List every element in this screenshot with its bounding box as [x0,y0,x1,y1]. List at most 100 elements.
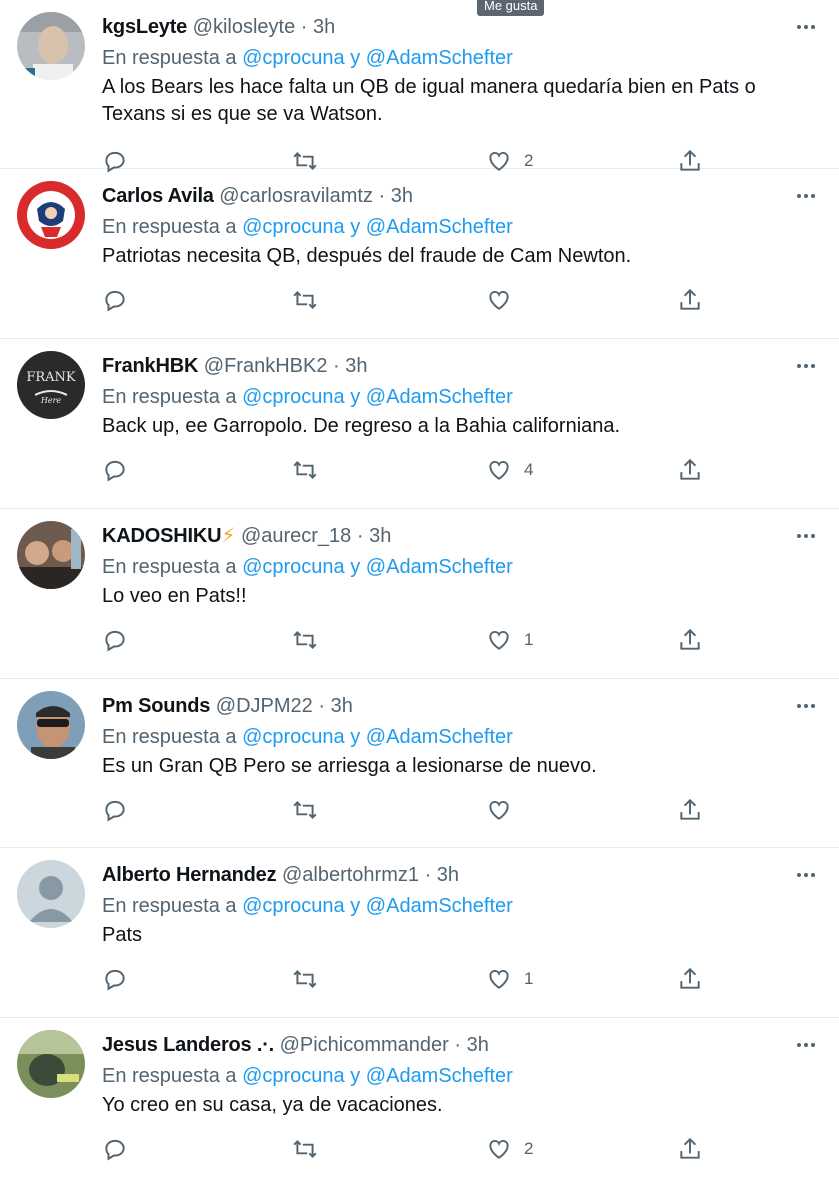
reply-button[interactable] [102,280,128,320]
timestamp[interactable]: 3h [467,1034,489,1056]
mention-link[interactable]: @AdamSchefter [366,556,513,578]
like-button[interactable]: 4 [486,450,533,490]
mention-link[interactable]: @cprocuna [242,216,345,238]
more-options-icon[interactable] [793,693,819,719]
reply-button[interactable] [102,790,128,830]
tweet-text: Yo creo en su casa, ya de vacaciones. [102,1094,443,1116]
tweet[interactable]: Carlos Avila @carlosravilamtz · 3h En re… [0,169,839,339]
retweet-button[interactable] [292,790,318,830]
like-button[interactable]: 2 [486,1129,533,1169]
tweet[interactable]: FRANK Here FrankHBK @FrankHBK2 · 3h En r… [0,339,839,509]
display-name[interactable]: Pm Sounds [102,695,210,717]
display-name[interactable]: FrankHBK [102,355,198,377]
timestamp[interactable]: 3h [331,695,353,717]
avatar[interactable]: FRANK Here [17,351,85,419]
mention-link[interactable]: @cprocuna [242,1065,345,1087]
timestamp[interactable]: 3h [369,525,391,547]
more-options-icon[interactable] [793,353,819,379]
more-options-icon[interactable] [793,14,819,40]
display-name[interactable]: Carlos Avila [102,185,214,207]
timestamp[interactable]: 3h [437,864,459,886]
reply-context: En respuesta a @cprocuna y @AdamSchefter [102,43,513,73]
heart-icon [489,1140,509,1159]
user-handle[interactable]: @albertohrmz1 [282,864,419,886]
like-button[interactable] [486,280,524,320]
tweet-text: Pats [102,924,143,946]
reply-feed: kgsLeyte @kilosleyte · 3h En respuesta a… [0,0,839,1200]
reply-prefix: En respuesta a [102,726,237,748]
more-options-icon[interactable] [793,183,819,209]
reply-button[interactable] [102,620,128,660]
user-handle[interactable]: @Pichicommander [280,1034,449,1056]
avatar[interactable] [17,1030,85,1098]
mention-link[interactable]: @AdamSchefter [366,216,513,238]
user-handle[interactable]: @DJPM22 [216,695,313,717]
reply-icon [105,800,125,822]
timestamp[interactable]: 3h [391,185,413,207]
avatar[interactable] [17,12,85,80]
avatar[interactable] [17,860,85,928]
retweet-button[interactable] [292,450,318,490]
reply-button[interactable] [102,450,128,490]
share-button[interactable] [677,450,703,490]
share-icon [680,288,700,310]
display-name[interactable]: KADOSHIKU [102,525,222,547]
mention-link[interactable]: @AdamSchefter [366,895,513,917]
more-options-icon[interactable] [793,523,819,549]
tweet-header: Carlos Avila @carlosravilamtz · 3h [102,181,413,211]
like-button[interactable]: 1 [486,959,533,999]
retweet-button[interactable] [292,959,318,999]
tweet-actions: 1 [0,620,839,660]
mention-link[interactable]: @cprocuna [242,726,345,748]
tweet-header: FrankHBK @FrankHBK2 · 3h [102,351,367,381]
display-name[interactable]: Alberto Hernandez [102,864,277,886]
tweet[interactable]: Alberto Hernandez @albertohrmz1 · 3h En … [0,848,839,1018]
like-button[interactable] [486,790,524,830]
share-button[interactable] [677,959,703,999]
more-options-icon[interactable] [793,862,819,888]
share-button[interactable] [677,1129,703,1169]
mention-link[interactable]: @cprocuna [242,895,345,917]
display-name[interactable]: Jesus Landeros .·. [102,1034,274,1056]
share-button[interactable] [677,280,703,320]
display-name[interactable]: kgsLeyte [102,16,187,38]
user-handle[interactable]: @kilosleyte [193,16,296,38]
tweet[interactable]: kgsLeyte @kilosleyte · 3h En respuesta a… [0,0,839,173]
retweet-button[interactable] [292,1129,318,1169]
mention-link[interactable]: @cprocuna [242,47,345,69]
user-handle[interactable]: @FrankHBK2 [204,355,328,377]
share-button[interactable] [677,620,703,660]
tweet-actions [0,280,839,320]
share-button[interactable] [677,790,703,830]
reply-and: y [350,895,361,917]
mention-link[interactable]: @AdamSchefter [366,47,513,69]
mention-link[interactable]: @AdamSchefter [366,726,513,748]
reply-button[interactable] [102,1129,128,1169]
tweet-header: KADOSHIKU⚡ @aurecr_18 · 3h [102,521,391,551]
retweet-icon [293,1140,317,1158]
mention-link[interactable]: @cprocuna [242,556,345,578]
like-button[interactable]: 1 [486,620,533,660]
avatar[interactable] [17,691,85,759]
timestamp[interactable]: 3h [313,16,335,38]
share-icon [680,967,700,989]
mention-link[interactable]: @AdamSchefter [366,386,513,408]
reply-button[interactable] [102,959,128,999]
share-icon [680,458,700,480]
more-options-icon[interactable] [793,1032,819,1058]
retweet-button[interactable] [292,280,318,320]
timestamp[interactable]: 3h [345,355,367,377]
avatar[interactable] [17,521,85,589]
mention-link[interactable]: @cprocuna [242,386,345,408]
reply-context: En respuesta a @cprocuna y @AdamSchefter [102,382,513,412]
user-handle[interactable]: @aurecr_18 [241,525,351,547]
tweet[interactable]: KADOSHIKU⚡ @aurecr_18 · 3h En respuesta … [0,509,839,679]
tweet-text: Es un Gran QB Pero se arriesga a lesiona… [102,755,597,777]
separator-dot: · [454,1034,462,1056]
avatar[interactable] [17,181,85,249]
retweet-button[interactable] [292,620,318,660]
tweet[interactable]: Pm Sounds @DJPM22 · 3h En respuesta a @c… [0,679,839,848]
tweet[interactable]: Jesus Landeros .·. @Pichicommander · 3h … [0,1018,839,1200]
user-handle[interactable]: @carlosravilamtz [219,185,373,207]
mention-link[interactable]: @AdamSchefter [366,1065,513,1087]
